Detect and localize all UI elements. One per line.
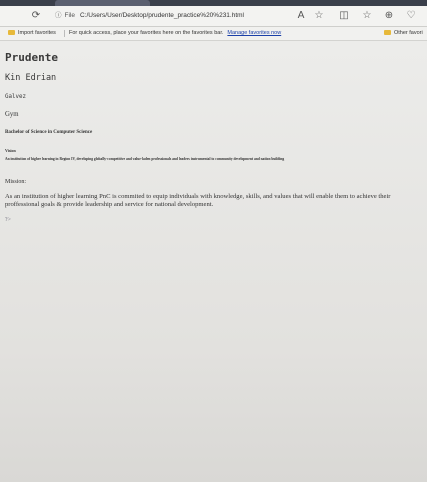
degree-text: Bachelor of Science in Computer Science <box>5 130 93 135</box>
favorites-bar: Import favorites For quick access, place… <box>0 27 427 41</box>
refresh-icon[interactable]: ⟳ <box>30 10 42 22</box>
import-favorites-label: Import favorites <box>18 30 56 36</box>
stray-text: ?> <box>5 217 11 223</box>
address-toolbar: ⟳ ⓘ File C:/Users/User/Desktop/prudente_pr… <box>0 6 427 27</box>
extensions-icon[interactable]: ⊕ <box>383 10 395 22</box>
read-aloud-icon[interactable]: A <box>295 10 307 22</box>
favorites-icon[interactable]: ☆ <box>361 10 373 22</box>
address-scheme: File <box>64 12 75 19</box>
other-favorites-button[interactable]: Other favori <box>384 27 423 40</box>
import-icon <box>8 30 15 35</box>
page-title: Prudente <box>5 51 58 64</box>
student-middle-name: Galvez <box>5 94 26 100</box>
address-bar[interactable]: ⓘ File C:/Users/User/Desktop/prudente_prac… <box>55 9 305 22</box>
mission-text: As an institution of higher learning PnC… <box>5 193 391 208</box>
page-content: Prudente Kin Edrian Galvez Gym Bachelor … <box>0 41 427 482</box>
browser-essentials-icon[interactable]: ♡ <box>405 10 417 22</box>
import-favorites-button[interactable]: Import favorites <box>8 27 56 40</box>
vision-heading: Vision <box>5 148 16 153</box>
address-url: C:/Users/User/Desktop/prudente_practice%… <box>79 12 245 19</box>
other-favorites-label: Other favori <box>394 30 423 36</box>
folder-icon <box>384 30 391 35</box>
split-screen-icon[interactable]: ◫ <box>338 10 350 22</box>
student-name: Kin Edrian <box>5 73 57 83</box>
info-icon[interactable]: ⓘ <box>55 12 62 19</box>
favorites-hint: For quick access, place your favorites h… <box>69 27 281 40</box>
mission-heading: Mission: <box>5 179 27 185</box>
vision-text: An institution of higher learning in Reg… <box>5 157 285 161</box>
favorites-hint-text: For quick access, place your favorites h… <box>69 30 224 36</box>
section-name: Gym <box>5 111 19 118</box>
favorites-separator <box>64 30 65 37</box>
favorite-star-icon[interactable]: ☆ <box>313 10 325 22</box>
manage-favorites-link[interactable]: Manage favorites now <box>227 30 281 36</box>
browser-window: ⟳ ⓘ File C:/Users/User/Desktop/prudente_pr… <box>0 0 427 482</box>
